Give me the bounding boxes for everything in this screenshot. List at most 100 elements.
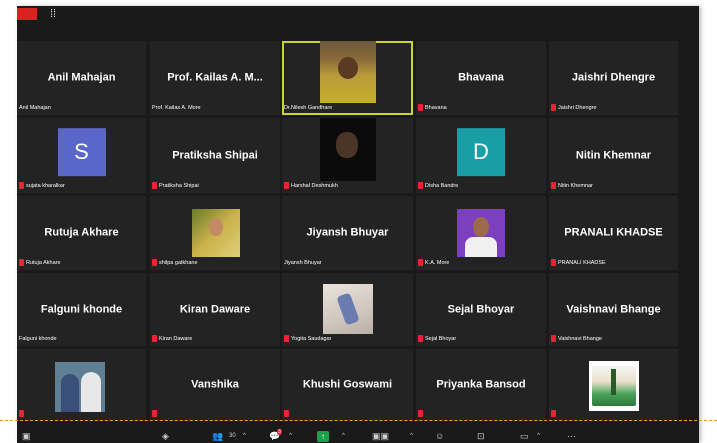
participant-tile[interactable]: Yogita Saudagar <box>282 273 413 346</box>
chevron-up-icon[interactable]: ^ <box>342 431 345 442</box>
participant-label: Prof. Kailas A. More <box>152 104 201 113</box>
participant-name: Prof. Kailas A. M... <box>167 71 263 84</box>
participant-label-text: Jiyansh Bhuyar <box>284 260 322 266</box>
recording-badge <box>17 8 37 20</box>
participant-label: Nitin Khemnar <box>551 182 593 191</box>
participant-tile[interactable]: PRANALI KHADSE PRANALI KHADSE <box>549 196 678 270</box>
participant-label-text: Nitin Khemnar <box>558 183 593 189</box>
participant-tile[interactable]: Pratiksha Shipai Pratiksha Shipai <box>150 118 280 193</box>
participant-name: Vaishnavi Bhange <box>566 302 661 315</box>
record-icon[interactable]: ▣▣ <box>372 431 389 442</box>
participant-label-text: Kiran Daware <box>159 336 193 342</box>
mic-muted-icon <box>152 410 157 418</box>
chat-badge: 3 <box>277 429 282 435</box>
participant-tile[interactable]: Dr.Nilesh Gandhare <box>282 41 413 115</box>
participant-tile[interactable]: Sejal Bhoyar Sejal Bhoyar <box>416 273 546 346</box>
mic-muted-icon <box>418 104 423 112</box>
mic-muted-icon <box>418 259 423 267</box>
participant-label: Bhavana <box>418 104 447 113</box>
security-icon[interactable]: ◈ <box>162 431 169 442</box>
participant-label: Jiyansh Bhuyar <box>284 259 322 268</box>
more-icon[interactable]: ··· <box>567 431 576 442</box>
participant-tile[interactable]: Jiyansh Bhuyar Jiyansh Bhuyar <box>282 196 413 270</box>
whiteboard-icon[interactable]: ▭ <box>520 431 529 442</box>
participant-tile[interactable]: Jaishri Dhengre Jaishri Dhengre <box>549 41 678 115</box>
participant-label-text: Falguni khonde <box>19 336 57 342</box>
participant-tile[interactable]: Vanshika <box>150 349 280 421</box>
participant-name: Rutuja Akhare <box>44 226 119 239</box>
participant-tile[interactable]: Prof. Kailas A. M... Prof. Kailas A. More <box>150 41 280 115</box>
participant-tile[interactable]: Khushi Goswami <box>282 349 413 421</box>
profile-photo <box>457 209 505 257</box>
participant-label-text: Harshal Deshmukh <box>291 183 338 189</box>
participant-label: Sejal Bhoyar <box>418 335 456 344</box>
participant-tile[interactable]: K.A. More <box>416 196 546 270</box>
participant-label: K.A. More <box>418 259 449 268</box>
participant-label-text: shilpa gatkhane <box>159 260 198 266</box>
participant-tile[interactable]: shilpa gatkhane <box>150 196 280 270</box>
mic-muted-icon <box>19 182 24 190</box>
zoom-window: ⁞⁞ Anil Mahajan Anil Mahajan Prof. Kailas … <box>17 6 699 443</box>
participant-tile[interactable]: D Disha Bandre <box>416 118 546 193</box>
mic-muted-icon <box>19 410 24 418</box>
chat-icon[interactable]: 💬 3 <box>269 429 282 442</box>
mic-muted-icon <box>551 335 556 343</box>
chevron-up-icon[interactable]: ^ <box>537 431 540 442</box>
profile-photo <box>323 284 373 334</box>
participant-video <box>320 118 376 181</box>
mic-muted-icon <box>551 410 556 418</box>
share-screen-icon[interactable]: ↑ <box>317 431 329 442</box>
participant-tile[interactable]: Anil Mahajan Anil Mahajan <box>17 41 146 115</box>
profile-photo <box>55 362 105 412</box>
participant-tile[interactable]: Bhavana Bhavana <box>416 41 546 115</box>
participant-tile[interactable]: Kiran Daware Kiran Daware <box>150 273 280 346</box>
participant-tile[interactable] <box>549 349 678 421</box>
participant-name: Jaishri Dhengre <box>571 71 656 84</box>
camera-icon[interactable]: ▣ <box>22 431 31 442</box>
meeting-toolbar: ▣ ◈ 👥 30 ^ 💬 3 ^ ↑ ^ ▣▣ ^ ☺ ⊡ ▭ ^ ··· <box>17 429 699 443</box>
participant-label-text: Pratiksha Shipai <box>159 183 199 189</box>
participant-tile[interactable]: Nitin Khemnar Nitin Khemnar <box>549 118 678 193</box>
participant-tile[interactable]: Priyanka Bansod <box>416 349 546 421</box>
chevron-up-icon[interactable]: ^ <box>243 431 246 442</box>
participant-label: PRANALI KHADSE <box>551 259 606 268</box>
participant-label-text: Bhavana <box>425 105 447 111</box>
participant-label: sujata kharalkar <box>19 182 65 191</box>
mic-muted-icon <box>418 410 423 418</box>
participant-label-text: Jaishri Dhengre <box>558 105 597 111</box>
participant-label-text: Anil Mahajan <box>19 105 51 111</box>
participant-label: Pratiksha Shipai <box>152 182 199 191</box>
participant-tile[interactable]: Vaishnavi Bhange Vaishnavi Bhange <box>549 273 678 346</box>
top-bar: ⁞⁞ <box>17 6 699 22</box>
participant-label-text: Sejal Bhoyar <box>425 336 457 342</box>
participants-count: 30 <box>229 433 236 439</box>
avatar: D <box>457 127 505 176</box>
participant-name: Pratiksha Shipai <box>172 148 258 161</box>
participant-tile[interactable]: Rutuja Akhare Rutuja Akhare <box>17 196 146 270</box>
participant-label: Harshal Deshmukh <box>284 182 338 191</box>
participant-label-text: Yogita Saudagar <box>291 336 332 342</box>
reactions-icon[interactable]: ☺ <box>435 431 444 442</box>
profile-photo <box>192 209 240 257</box>
participant-tile[interactable]: Falguni khonde Falguni khonde <box>17 273 146 346</box>
mic-muted-icon <box>152 182 157 190</box>
participant-tile[interactable]: Ssujata kharalkar <box>17 118 146 193</box>
mic-muted-icon <box>418 335 423 343</box>
participants-icon[interactable]: 👥 <box>212 431 223 442</box>
participant-label-text: Disha Bandre <box>425 183 459 189</box>
mic-muted-icon <box>551 259 556 267</box>
chevron-up-icon[interactable]: ^ <box>289 431 292 442</box>
participant-tile[interactable] <box>17 349 146 421</box>
emblem-logo <box>589 361 639 411</box>
participant-tile[interactable]: Harshal Deshmukh <box>282 118 413 193</box>
view-icon[interactable]: ⁞⁞ <box>50 8 62 20</box>
participant-label: Dr.Nilesh Gandhare <box>284 104 332 113</box>
apps-icon[interactable]: ⊡ <box>477 431 485 442</box>
participant-label-text: Vaishnavi Bhange <box>558 336 602 342</box>
chevron-up-icon[interactable]: ^ <box>410 431 413 442</box>
mic-muted-icon <box>551 104 556 112</box>
participant-label: shilpa gatkhane <box>152 259 198 268</box>
mic-muted-icon <box>551 182 556 190</box>
mic-muted-icon <box>284 335 289 343</box>
participant-name: Vanshika <box>191 378 239 391</box>
